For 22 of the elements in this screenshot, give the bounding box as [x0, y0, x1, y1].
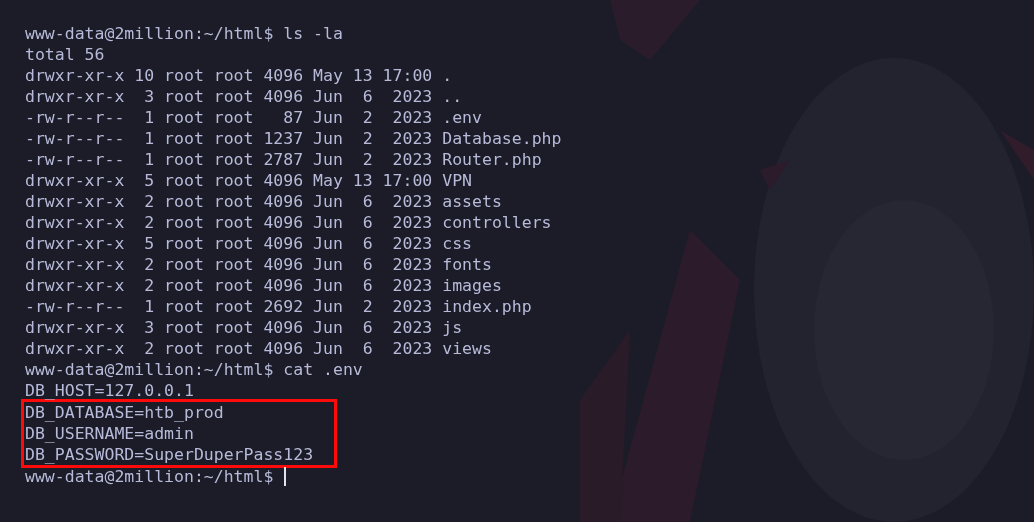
terminal-line: DB_USERNAME=admin: [25, 423, 194, 444]
terminal-line: drwxr-xr-x 10 root root 4096 May 13 17:00 .: [25, 65, 453, 86]
terminal-line: drwxr-xr-x 2 root root 4096 Jun 6 2023 images: [25, 275, 502, 296]
terminal-line: drwxr-xr-x 2 root root 4096 Jun 6 2023 controllers: [25, 212, 552, 233]
terminal-line: DB_DATABASE=htb_prod: [25, 402, 224, 423]
terminal-line: www-data@2million:~/html$ ls -la: [25, 23, 343, 44]
terminal-line: total 56: [25, 44, 105, 65]
terminal-line: -rw-r--r-- 1 root root 2692 Jun 2 2023 index.php: [25, 296, 532, 317]
terminal-line: drwxr-xr-x 5 root root 4096 Jun 6 2023 css: [25, 233, 473, 254]
terminal-line: www-data@2million:~/html$: [25, 466, 275, 487]
terminal-line: -rw-r--r-- 1 root root 1237 Jun 2 2023 Database.php: [25, 128, 562, 149]
terminal-line: drwxr-xr-x 3 root root 4096 Jun 6 2023 ..: [25, 86, 463, 107]
terminal-line: -rw-r--r-- 1 root root 2787 Jun 2 2023 Router.php: [25, 149, 542, 170]
terminal-line: DB_PASSWORD=SuperDuperPass123: [25, 444, 314, 465]
terminal-line: drwxr-xr-x 2 root root 4096 Jun 6 2023 views: [25, 338, 492, 359]
terminal-line: drwxr-xr-x 2 root root 4096 Jun 6 2023 assets: [25, 191, 502, 212]
terminal-line: www-data@2million:~/html$ cat .env: [25, 359, 363, 380]
terminal-line: drwxr-xr-x 5 root root 4096 May 13 17:00 VPN: [25, 170, 473, 191]
terminal-line: drwxr-xr-x 2 root root 4096 Jun 6 2023 fonts: [25, 254, 492, 275]
terminal-line: -rw-r--r-- 1 root root 87 Jun 2 2023 .env: [25, 107, 482, 128]
terminal-line: drwxr-xr-x 3 root root 4096 Jun 6 2023 js: [25, 317, 463, 338]
terminal-line: DB_HOST=127.0.0.1: [25, 380, 194, 401]
